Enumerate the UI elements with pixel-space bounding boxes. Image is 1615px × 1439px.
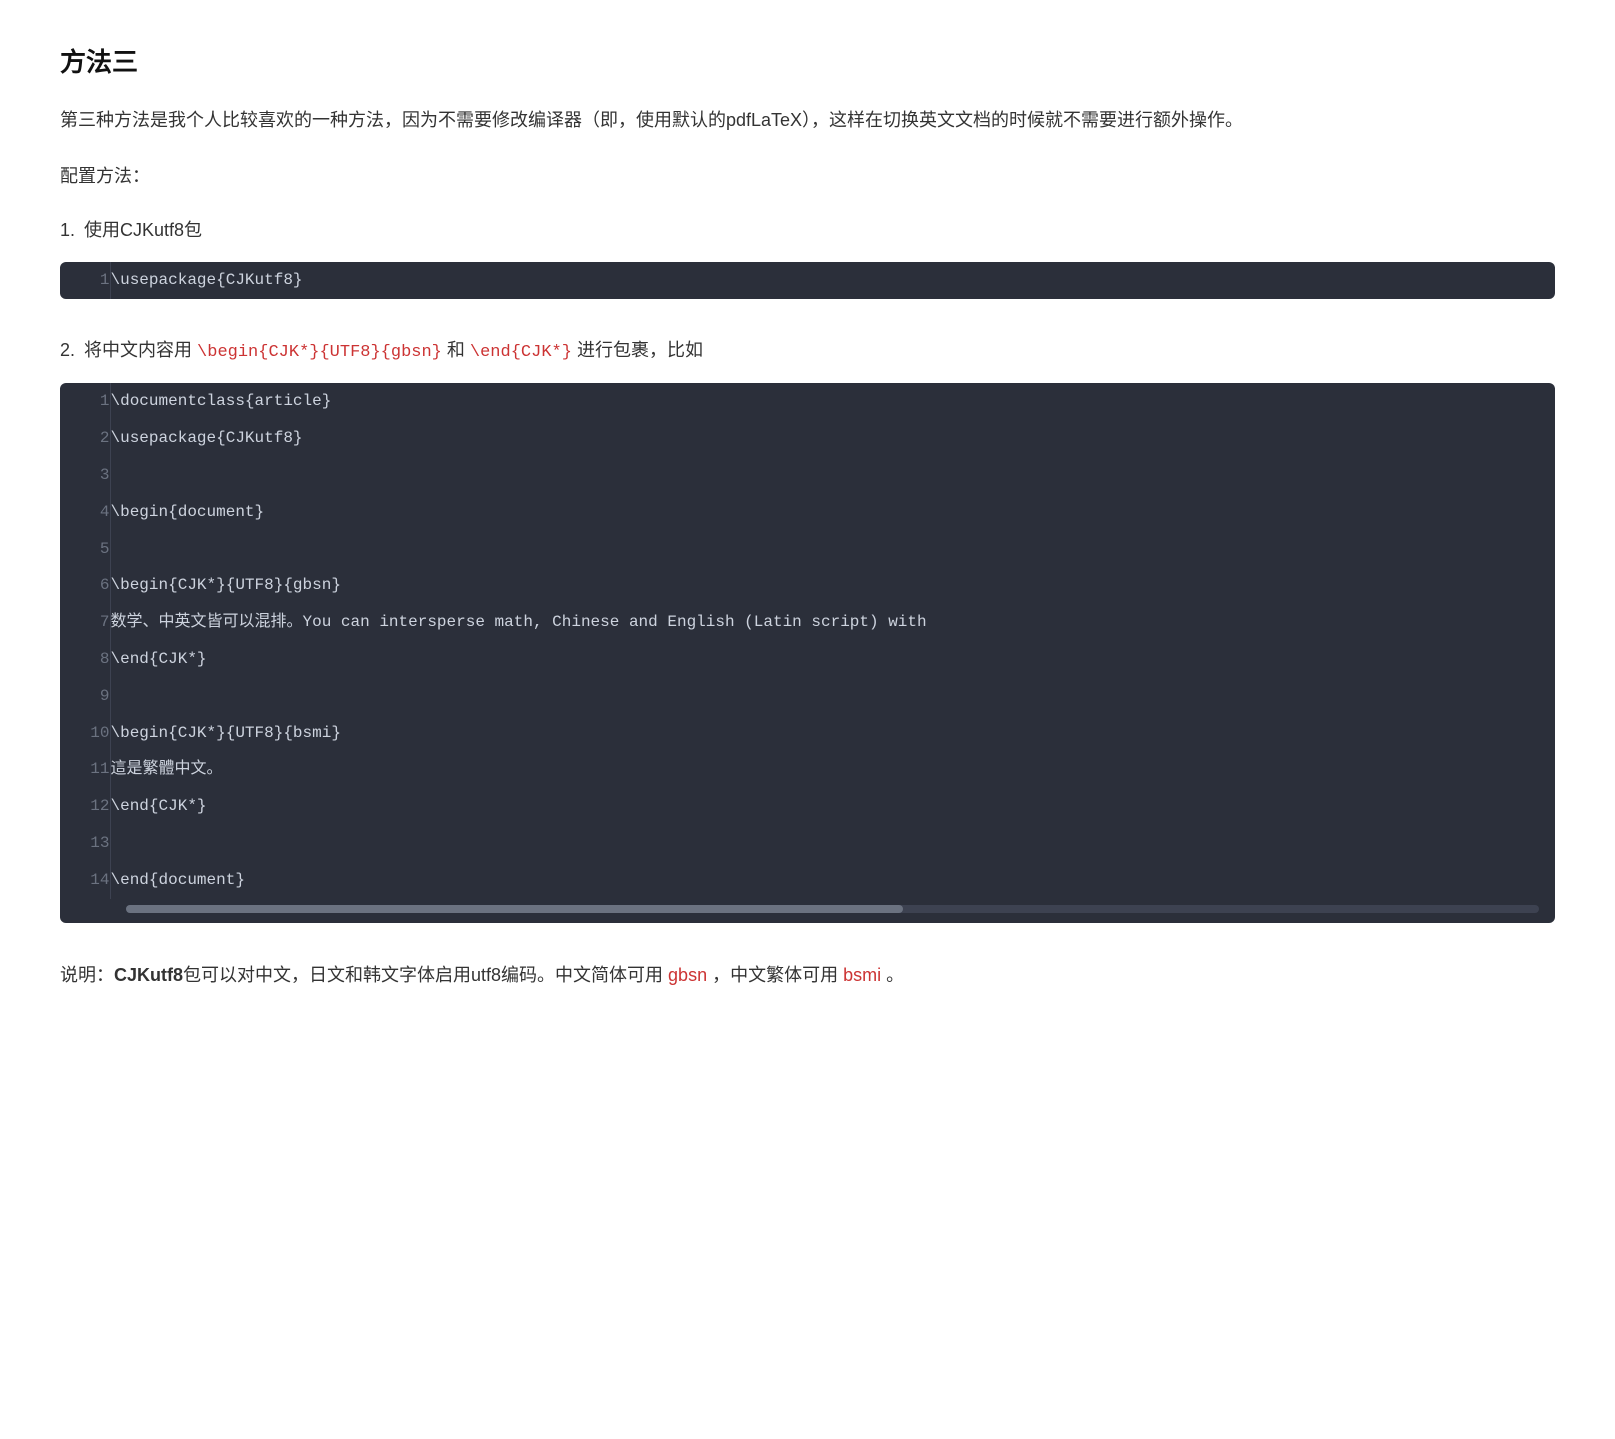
line-num: 1 xyxy=(60,262,110,299)
step-2-text-before: 将中文内容用 xyxy=(84,340,197,360)
line-code xyxy=(110,825,1555,862)
line-num: 13 xyxy=(60,825,110,862)
line-code: 這是繁體中文。 xyxy=(110,751,1555,788)
step-2-text-after: 进行包裹，比如 xyxy=(572,340,703,360)
explanation-end: 。 xyxy=(881,965,904,985)
step-list: 1. 使用CJKutf8包 1 \usepackage{CJKutf8} xyxy=(60,215,1555,922)
explanation-bsmi: bsmi xyxy=(843,965,881,985)
line-code xyxy=(110,531,1555,568)
line-code: \documentclass{article} xyxy=(110,383,1555,420)
step-item-2: 2. 将中文内容用 \begin{CJK*}{UTF8}{gbsn} 和 \en… xyxy=(60,335,1555,923)
line-code: \begin{CJK*}{UTF8}{gbsn} xyxy=(110,567,1555,604)
line-num: 8 xyxy=(60,641,110,678)
line-num: 11 xyxy=(60,751,110,788)
step-1-number: 1. xyxy=(60,220,75,240)
line-num: 1 xyxy=(60,383,110,420)
table-row: 12\end{CJK*} xyxy=(60,788,1555,825)
line-code: \end{CJK*} xyxy=(110,641,1555,678)
section-container: 方法三 第三种方法是我个人比较喜欢的一种方法，因为不需要修改编译器（即，使用默认… xyxy=(60,40,1555,991)
table-row: 2\usepackage{CJKutf8} xyxy=(60,420,1555,457)
line-num: 4 xyxy=(60,494,110,531)
explanation-bold: CJKutf8 xyxy=(114,965,183,985)
line-code: \end{CJK*} xyxy=(110,788,1555,825)
step-2-inline1: \begin{CJK*}{UTF8}{gbsn} xyxy=(197,343,442,362)
step-item-1: 1. 使用CJKutf8包 1 \usepackage{CJKutf8} xyxy=(60,215,1555,298)
explanation-before: 说明： xyxy=(60,965,114,985)
line-num: 9 xyxy=(60,678,110,715)
line-num: 6 xyxy=(60,567,110,604)
line-num: 3 xyxy=(60,457,110,494)
code-table-2: 1\documentclass{article}2\usepackage{CJK… xyxy=(60,383,1555,898)
step-2-number: 2. xyxy=(60,340,75,360)
table-row: 13 xyxy=(60,825,1555,862)
code-table-1: 1 \usepackage{CJKutf8} xyxy=(60,262,1555,299)
line-num: 5 xyxy=(60,531,110,568)
table-row: 5 xyxy=(60,531,1555,568)
table-row: 1 \usepackage{CJKutf8} xyxy=(60,262,1555,299)
explanation: 说明：CJKutf8包可以对中文，日文和韩文字体启用utf8编码。中文简体可用 … xyxy=(60,959,1555,991)
step-1-label: 使用CJKutf8包 xyxy=(84,220,202,240)
table-row: 14\end{document} xyxy=(60,862,1555,899)
table-row: 1\documentclass{article} xyxy=(60,383,1555,420)
line-code: 数学、中英文皆可以混排。You can intersperse math, Ch… xyxy=(110,604,1555,641)
table-row: 3 xyxy=(60,457,1555,494)
line-code xyxy=(110,457,1555,494)
table-row: 9 xyxy=(60,678,1555,715)
line-code: \usepackage{CJKutf8} xyxy=(110,262,1555,299)
line-code: \begin{document} xyxy=(110,494,1555,531)
explanation-gbsn: gbsn xyxy=(668,965,707,985)
line-num: 10 xyxy=(60,715,110,752)
line-code: \begin{CJK*}{UTF8}{bsmi} xyxy=(110,715,1555,752)
step-2-inline2: \end{CJK*} xyxy=(470,343,572,362)
code-block-2: 1\documentclass{article}2\usepackage{CJK… xyxy=(60,383,1555,922)
step-1-text: 1. 使用CJKutf8包 xyxy=(60,215,1555,246)
table-row: 8\end{CJK*} xyxy=(60,641,1555,678)
config-label: 配置方法： xyxy=(60,161,1555,192)
step-2-text-mid: 和 xyxy=(442,340,470,360)
step-2-text: 2. 将中文内容用 \begin{CJK*}{UTF8}{gbsn} 和 \en… xyxy=(60,335,1555,368)
explanation-mid: 包可以对中文，日文和韩文字体启用utf8编码。中文简体可用 xyxy=(183,965,668,985)
code-scroll-2[interactable]: 1\documentclass{article}2\usepackage{CJK… xyxy=(60,383,1555,898)
table-row: 4\begin{document} xyxy=(60,494,1555,531)
scrollbar-thumb xyxy=(126,905,903,913)
table-row: 6\begin{CJK*}{UTF8}{gbsn} xyxy=(60,567,1555,604)
table-row: 7数学、中英文皆可以混排。You can intersperse math, C… xyxy=(60,604,1555,641)
line-num: 7 xyxy=(60,604,110,641)
line-code: \end{document} xyxy=(110,862,1555,899)
code-scroll-1[interactable]: 1 \usepackage{CJKutf8} xyxy=(60,262,1555,299)
line-code xyxy=(110,678,1555,715)
explanation-mid2: ，中文繁体可用 xyxy=(707,965,843,985)
line-code: \usepackage{CJKutf8} xyxy=(110,420,1555,457)
scrollbar-track xyxy=(126,905,1539,913)
table-row: 11這是繁體中文。 xyxy=(60,751,1555,788)
table-row: 10\begin{CJK*}{UTF8}{bsmi} xyxy=(60,715,1555,752)
section-intro: 第三种方法是我个人比较喜欢的一种方法，因为不需要修改编译器（即，使用默认的pdf… xyxy=(60,104,1555,136)
line-num: 14 xyxy=(60,862,110,899)
code-block-1: 1 \usepackage{CJKutf8} xyxy=(60,262,1555,299)
line-num: 12 xyxy=(60,788,110,825)
line-num: 2 xyxy=(60,420,110,457)
section-title: 方法三 xyxy=(60,40,1555,84)
